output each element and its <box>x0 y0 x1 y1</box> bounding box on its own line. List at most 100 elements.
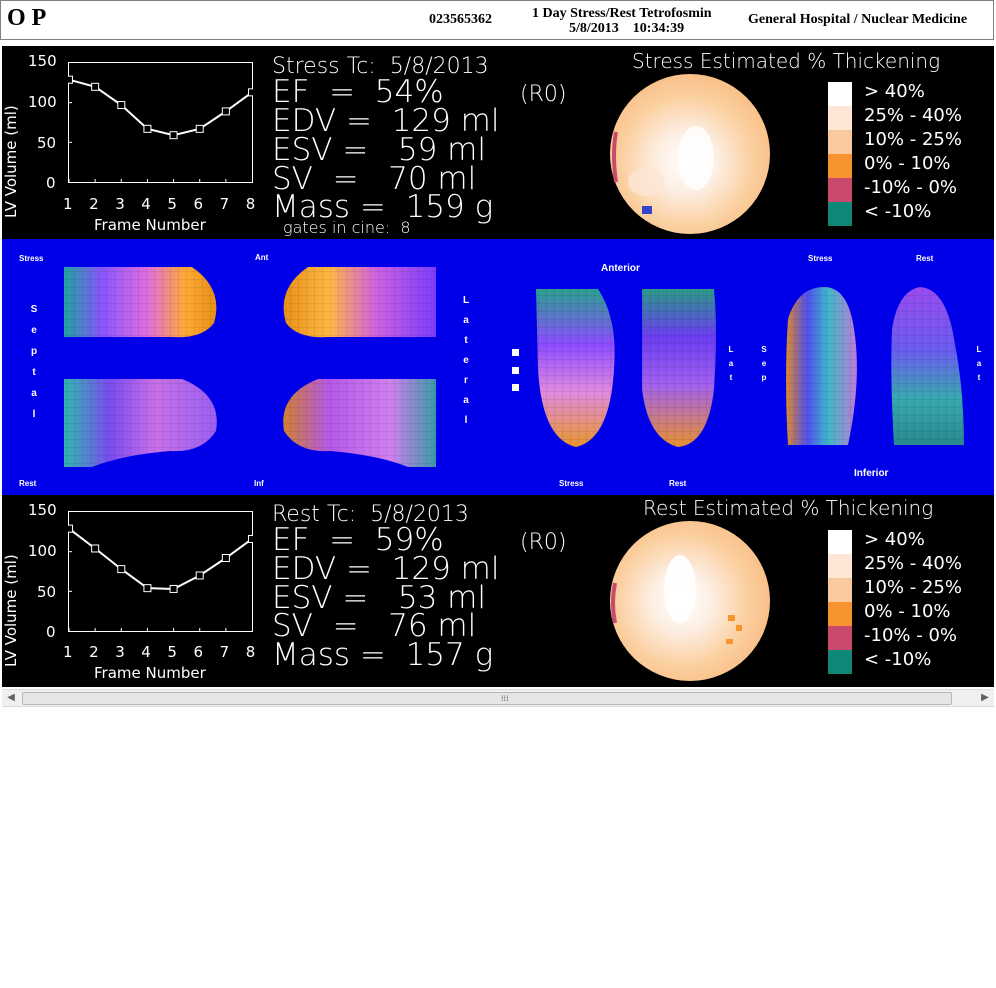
stress-volume-point <box>248 88 253 97</box>
rest-volume-point <box>117 565 126 574</box>
rest-plot-frame <box>68 511 253 632</box>
stress-xtick-label: 7 <box>219 195 230 213</box>
lat-label-mid: L a t <box>726 343 736 385</box>
legend-label: 25% - 40% <box>864 105 962 126</box>
legend-label: 25% - 40% <box>864 553 962 574</box>
legend-swatch <box>828 202 852 226</box>
legend-swatch <box>828 530 852 554</box>
stress-x-axis-label: Frame Number <box>94 216 206 234</box>
rest-volume-point <box>143 584 152 593</box>
study-datetime: 5/8/2013 10:34:39 <box>569 21 684 37</box>
scrollbar-thumb[interactable]: ⁞⁞⁞ <box>22 692 952 705</box>
sep-letter: S <box>761 345 767 354</box>
legend-label: 0% - 10% <box>864 153 951 174</box>
lat-label-right: L a t <box>974 343 984 385</box>
stress-volume-point <box>143 124 152 133</box>
stress-thickening-title: Stress Estimated % Thickening <box>632 49 941 73</box>
rest-ytick: 100 <box>28 542 57 560</box>
stress-xtick-label: 6 <box>193 195 204 213</box>
lateral-letter: t <box>464 335 468 346</box>
lateral-letter: e <box>463 355 469 366</box>
legend-label: < -10% <box>864 649 932 670</box>
scroll-right-icon[interactable]: ▶ <box>976 690 994 706</box>
lateral-letter: l <box>464 415 468 426</box>
grip-icon: ⁞⁞⁞ <box>501 694 509 703</box>
legend-swatch <box>828 154 852 178</box>
stress-volume-point <box>117 101 126 110</box>
rest-xtick-label: 2 <box>89 643 99 661</box>
sep-label: S e p <box>759 343 769 385</box>
rest-ytick: 0 <box>46 623 56 641</box>
accession-number: 023565362 <box>429 12 492 27</box>
septal-label: S e p t a l <box>29 299 39 425</box>
rest-volume-point <box>68 524 73 533</box>
rest-xtick-label: 3 <box>115 643 125 661</box>
stress-y-axis-label: LV Volume (ml) <box>2 105 20 218</box>
surface-label-stress-right: Stress <box>808 254 833 263</box>
surface-label-inf: Inf <box>254 479 264 488</box>
stress-plot-frame <box>68 62 253 183</box>
lat-letter: a <box>728 359 734 368</box>
stress-volume-point <box>68 75 73 84</box>
rest-volume-curve <box>68 524 253 632</box>
rest-mass: Mass = 157 g <box>272 637 494 673</box>
study-name: 1 Day Stress/Rest Tetrofosmin <box>532 6 712 21</box>
legend-swatch <box>828 82 852 106</box>
rest-ytick: 50 <box>37 583 57 601</box>
rest-xtick-label: 8 <box>245 643 256 661</box>
sep-letter: p <box>761 373 767 382</box>
legend-swatch <box>828 106 852 130</box>
lat-letter: L <box>976 345 982 354</box>
lat-letter: t <box>977 373 981 382</box>
rest-xtick-label: 1 <box>63 643 73 661</box>
patient-initials: O P <box>7 5 47 31</box>
stress-gates: gates in cine: 8 <box>283 218 411 237</box>
stress-xtick-label: 3 <box>115 195 125 213</box>
horizontal-scrollbar[interactable]: ◀ ⁞⁞⁞ ▶ <box>2 689 994 707</box>
rest-ef-region: (R0) <box>520 530 567 555</box>
scroll-left-icon[interactable]: ◀ <box>2 690 20 706</box>
septal-letter: p <box>30 346 38 357</box>
septal-letter: l <box>32 409 36 420</box>
lat-letter: t <box>729 373 733 382</box>
legend-label: 0% - 10% <box>864 601 951 622</box>
legend-label: > 40% <box>864 81 925 102</box>
rest-thickening-title: Rest Estimated % Thickening <box>643 496 934 520</box>
rest-volume-point <box>169 584 178 593</box>
rest-volume-point <box>221 554 230 563</box>
surface-label-stress: Stress <box>19 254 44 263</box>
rest-y-axis-label: LV Volume (ml) <box>2 554 20 667</box>
stress-ytick: 50 <box>37 134 57 152</box>
stress-volume-point <box>91 82 100 91</box>
lateral-letter: L <box>462 295 470 306</box>
stress-volume-point <box>195 124 204 133</box>
stress-volume-curve <box>68 75 253 183</box>
study-time: 10:34:39 <box>632 21 685 36</box>
legend-swatch <box>828 578 852 602</box>
legend-swatch <box>828 130 852 154</box>
stress-xtick-label: 1 <box>63 195 73 213</box>
stress-ytick: 150 <box>28 52 57 70</box>
surface-render-panel: Stress Ant Rest Inf Anterior Inferior St… <box>2 239 994 495</box>
sep-letter: e <box>761 359 767 368</box>
legend-label: 10% - 25% <box>864 577 962 598</box>
legend-label: -10% - 0% <box>864 625 957 646</box>
surface-label-ant: Ant <box>255 253 269 262</box>
rest-xtick-label: 4 <box>141 643 151 661</box>
lateral-label: L a t e r a l <box>461 291 471 431</box>
septal-letter: t <box>32 367 36 378</box>
legend-swatch <box>828 178 852 202</box>
stress-xtick-label: 8 <box>245 195 256 213</box>
stress-volume-point <box>221 107 230 116</box>
stress-xtick-label: 2 <box>89 195 99 213</box>
legend-swatch <box>828 602 852 626</box>
septal-letter: e <box>31 325 37 336</box>
legend-label: > 40% <box>864 529 925 550</box>
stress-ytick: 0 <box>46 174 56 192</box>
stress-ytick: 100 <box>28 93 57 111</box>
legend-label: < -10% <box>864 201 932 222</box>
stress-ef-region: (R0) <box>520 82 567 107</box>
legend-swatch <box>828 626 852 650</box>
rest-volume-point <box>91 544 100 553</box>
lat-letter: a <box>976 359 982 368</box>
